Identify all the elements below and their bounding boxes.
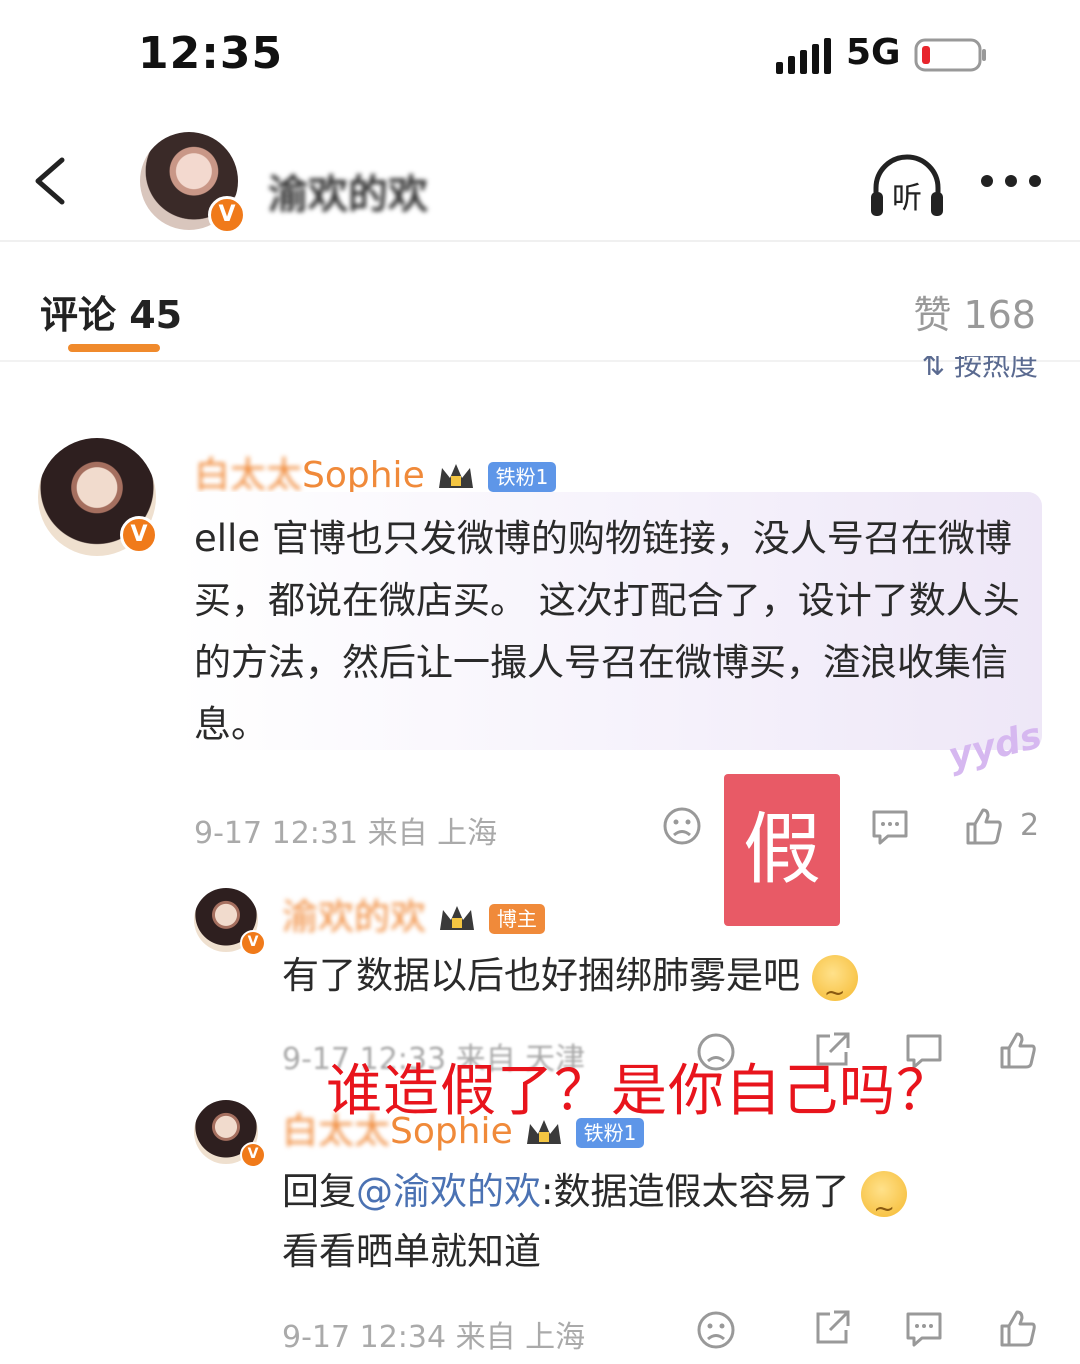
more-icon[interactable] bbox=[978, 168, 1044, 194]
tab-comments[interactable]: 评论 45 bbox=[40, 284, 182, 339]
commenter-avatar[interactable]: V bbox=[38, 438, 158, 556]
sort-icon: ⇅ bbox=[921, 356, 954, 382]
crown-icon bbox=[527, 1120, 562, 1144]
smirk-emoji-icon bbox=[811, 954, 858, 1023]
verified-badge: V bbox=[240, 930, 266, 956]
reply-meta-sophie: 9-17 12:34 来自 上海 bbox=[282, 1320, 586, 1355]
smirk-emoji-icon bbox=[861, 1170, 908, 1239]
reply-text-blogger: 有了数据以后也好捆绑肺雾是吧 bbox=[282, 946, 858, 1023]
reply-text-sophie: 回复@渝欢的欢:数据造假太容易了 看看晒单就知道 bbox=[282, 1162, 1042, 1282]
blogger-avatar[interactable]: V bbox=[140, 132, 246, 234]
comment-icon[interactable] bbox=[904, 1310, 944, 1348]
commenter-name-blurred: 白太太 bbox=[194, 455, 303, 496]
dislike-face-icon[interactable] bbox=[662, 806, 702, 846]
tab-active-indicator bbox=[68, 344, 160, 352]
reply-avatar-sophie[interactable]: V bbox=[194, 1100, 266, 1168]
status-bar: 12:35 5G bbox=[0, 0, 1080, 110]
svg-text:听: 听 bbox=[892, 181, 922, 216]
reply-name-blogger[interactable]: 渝欢的欢 博主 bbox=[282, 888, 545, 940]
back-icon[interactable] bbox=[28, 156, 72, 206]
reply-name-tail: Sophie bbox=[390, 1111, 513, 1152]
reply-name-sophie[interactable]: 白太太Sophie 铁粉1 bbox=[282, 1102, 645, 1154]
fan-level-badge: 铁粉1 bbox=[487, 462, 557, 492]
reply-prefix: 回复 bbox=[282, 1170, 356, 1213]
reply-body: 有了数据以后也好捆绑肺雾是吧 bbox=[282, 954, 800, 997]
status-time: 12:35 bbox=[138, 28, 284, 79]
verified-badge: V bbox=[240, 1142, 266, 1168]
commenter-name-tail: Sophie bbox=[302, 455, 425, 496]
tab-likes[interactable]: 赞 168 bbox=[913, 284, 1036, 339]
comment-meta: 9-17 12:31 来自 上海 bbox=[194, 816, 498, 851]
reply-body-line1: :数据造假太容易了 bbox=[541, 1170, 850, 1213]
reply-name-blurred: 渝欢的欢 bbox=[282, 897, 427, 938]
verified-badge: V bbox=[120, 516, 158, 554]
dislike-face-icon[interactable] bbox=[696, 1310, 736, 1350]
network-type: 5G bbox=[846, 32, 901, 73]
sort-label: 按热度 bbox=[953, 356, 1038, 382]
reply-avatar-blogger[interactable]: V bbox=[194, 888, 266, 956]
comment-icon[interactable] bbox=[870, 808, 910, 846]
comment-text: elle 官博也只发微博的购物链接，没人号召在微博买，都说在微店买。 这次打配合… bbox=[194, 517, 1020, 746]
thumb-up-icon[interactable] bbox=[964, 806, 1004, 846]
fake-stamp-overlay: 假 bbox=[724, 774, 840, 926]
reply-body-line2: 看看晒单就知道 bbox=[282, 1230, 541, 1273]
share-icon[interactable] bbox=[812, 1308, 852, 1348]
thumb-up-icon[interactable] bbox=[998, 1030, 1038, 1070]
crown-icon bbox=[440, 906, 475, 930]
reply-name-blurred: 白太太 bbox=[282, 1111, 391, 1152]
battery-icon bbox=[914, 38, 986, 72]
blogger-badge: 博主 bbox=[488, 904, 545, 934]
mention-link[interactable]: @渝欢的欢 bbox=[356, 1170, 541, 1213]
tab-bar: 评论 45 赞 168 bbox=[0, 244, 1080, 362]
commenter-name[interactable]: 白太太Sophie 铁粉1 bbox=[194, 446, 557, 498]
listen-icon[interactable]: 听 bbox=[868, 152, 946, 222]
signal-icon bbox=[776, 38, 831, 74]
blogger-name[interactable]: 渝欢的欢 bbox=[268, 162, 428, 220]
thumb-up-icon[interactable] bbox=[998, 1308, 1038, 1348]
sort-by-heat[interactable]: ⇅ 按热度 bbox=[922, 356, 1038, 384]
like-count: 2 bbox=[1020, 808, 1040, 843]
verified-badge: V bbox=[208, 196, 246, 234]
post-header: V 渝欢的欢 听 bbox=[0, 120, 1080, 242]
fan-level-badge: 铁粉1 bbox=[575, 1118, 645, 1148]
crown-icon bbox=[439, 464, 474, 488]
